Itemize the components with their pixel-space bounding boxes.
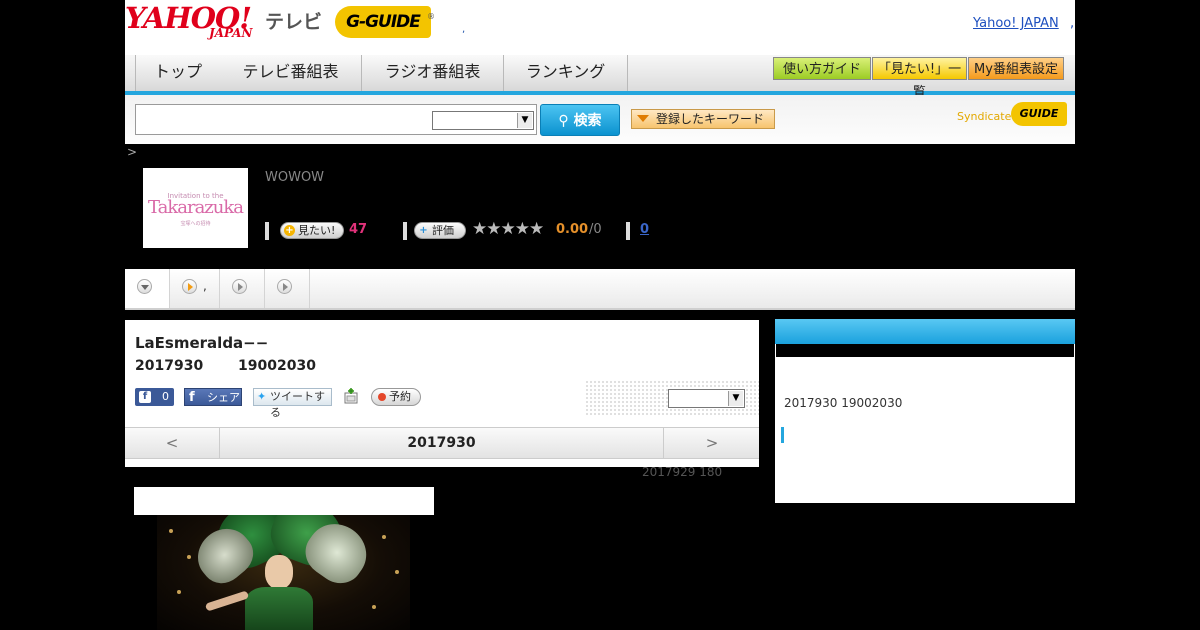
facebook-like-button[interactable]: f 0 [135, 388, 174, 406]
review-count-link[interactable]: 0 [640, 222, 649, 237]
saved-keywords-button[interactable]: 登録したキーワード [631, 109, 775, 129]
rate-button[interactable]: + 評価 [414, 222, 466, 239]
reserve-button[interactable]: 予約 [371, 388, 421, 406]
program-date: 2017930 [135, 358, 204, 374]
tab-reviews[interactable] [265, 269, 310, 308]
want-list-button[interactable]: 「見たい!」一覧 [872, 57, 967, 100]
divider [403, 222, 407, 240]
tab-detail[interactable] [125, 269, 170, 308]
rate-label: 評価 [432, 224, 454, 237]
tweet-label: ツイートする [270, 390, 325, 419]
reserve-label: 予約 [389, 390, 411, 403]
yahoo-logo-sub: JAPAN [209, 26, 253, 40]
facebook-share-button[interactable]: f シェア [184, 388, 242, 406]
facebook-like-count: 0 [162, 390, 169, 403]
star-rating-icon: ★★★★★ [472, 219, 544, 239]
program-tab-strip: , [125, 269, 1075, 310]
plus-icon: + [419, 225, 428, 236]
my-schedule-button[interactable]: My番組表設定 [968, 57, 1064, 80]
region-select[interactable]: ▼ [668, 389, 745, 408]
yahoo-japan-link-dot: , [1070, 16, 1075, 31]
tv-label: テレビ [265, 11, 323, 33]
program-thumbnail: Invitation to the Takarazuka 宝塚への招待 [143, 168, 248, 248]
want-to-watch-button[interactable]: + 見たい! [280, 222, 344, 239]
want-to-watch-label: 見たい! [298, 224, 336, 237]
divider [626, 222, 630, 240]
program-title: LaEsmeralda−− [135, 334, 269, 352]
tab-broadcast[interactable]: , [170, 269, 220, 308]
thumbnail-subcaption: 宝塚への招待 [180, 221, 211, 227]
program-time: 19002030 [238, 358, 316, 374]
guide-button[interactable]: 使い方ガイド [773, 57, 871, 80]
date-navigation: < 2017930 > [125, 427, 759, 459]
gguide-logo[interactable]: G-GUIDE [335, 6, 431, 38]
search-button-label: 検索 [573, 113, 602, 129]
divider [265, 222, 269, 240]
chevron-down-icon [137, 279, 152, 294]
header-bar: YAHOO! JAPAN テレビ G-GUIDE ® , Yahoo! JAPA… [125, 0, 1075, 55]
tab-related[interactable] [220, 269, 265, 308]
main-nav: トップ テレビ番組表 ラジオ番組表 ランキング 使い方ガイド 「見たい!」一覧 … [125, 55, 1075, 100]
program-detail-panel: LaEsmeralda−− 2017930 19002030 f 0 f シェア… [125, 320, 759, 467]
previous-day-button[interactable]: < [125, 428, 220, 458]
dropdown-arrow-icon [637, 115, 649, 122]
channel-name: WOWOW [265, 170, 325, 185]
search-icon: ⚲ [558, 113, 569, 129]
rating-value: 0.00 [556, 222, 589, 237]
rating-total: /0 [589, 222, 602, 237]
syndicated-text: Syndicated [957, 110, 1019, 123]
facebook-icon: f [139, 391, 151, 403]
tweet-button[interactable]: ✦ ツイートする [253, 388, 332, 419]
sidebar-header [775, 319, 1075, 344]
syndicated-gguide-logo: GUIDE [1011, 102, 1067, 126]
next-day-button[interactable]: > [663, 428, 760, 458]
play-icon [182, 279, 197, 294]
chevron-down-icon: ▼ [517, 113, 532, 128]
nav-tab-tv-schedule[interactable]: テレビ番組表 [220, 55, 362, 91]
chevron-down-icon: ▼ [728, 391, 743, 406]
record-icon [378, 393, 386, 401]
gguide-registered-mark: ® [427, 12, 435, 21]
tab-label: , [203, 279, 207, 293]
want-count: 47 [349, 222, 368, 237]
nav-tab-top[interactable]: トップ [135, 55, 221, 91]
program-photo [157, 515, 410, 630]
image-caption-bar [134, 487, 434, 515]
play-icon [277, 279, 292, 294]
thumbnail-title: Takarazuka [147, 197, 244, 218]
facebook-icon: f [189, 390, 195, 405]
search-button[interactable]: ⚲ 検索 [540, 104, 620, 136]
sidebar-broadcast-time: 2017930 19002030 [784, 396, 903, 410]
breadcrumb[interactable]: > [127, 145, 137, 159]
twitter-bird-icon: ✦ [257, 390, 267, 403]
search-category-select[interactable]: ▼ [432, 111, 534, 130]
nav-tab-ranking[interactable]: ランキング [504, 55, 628, 91]
nav-tab-radio-schedule[interactable]: ラジオ番組表 [362, 55, 504, 91]
saved-keywords-label: 登録したキーワード [656, 112, 765, 126]
sidebar-panel: 2017930 19002030 [775, 319, 1075, 503]
add-bookmark-icon[interactable] [343, 388, 359, 404]
yahoo-japan-link[interactable]: Yahoo! JAPAN [973, 16, 1059, 31]
broadcast-note: 2017929 180 [642, 465, 723, 479]
header-dot: , [462, 24, 466, 35]
play-icon [232, 279, 247, 294]
sidebar-header-band [776, 344, 1074, 357]
search-bar: ▼ ⚲ 検索 登録したキーワード Syndicated GUIDE [125, 95, 1075, 144]
plus-icon: + [284, 225, 295, 236]
current-date: 2017930 [407, 435, 476, 451]
sidebar-marker [781, 427, 784, 443]
facebook-share-label: シェア [207, 391, 240, 404]
